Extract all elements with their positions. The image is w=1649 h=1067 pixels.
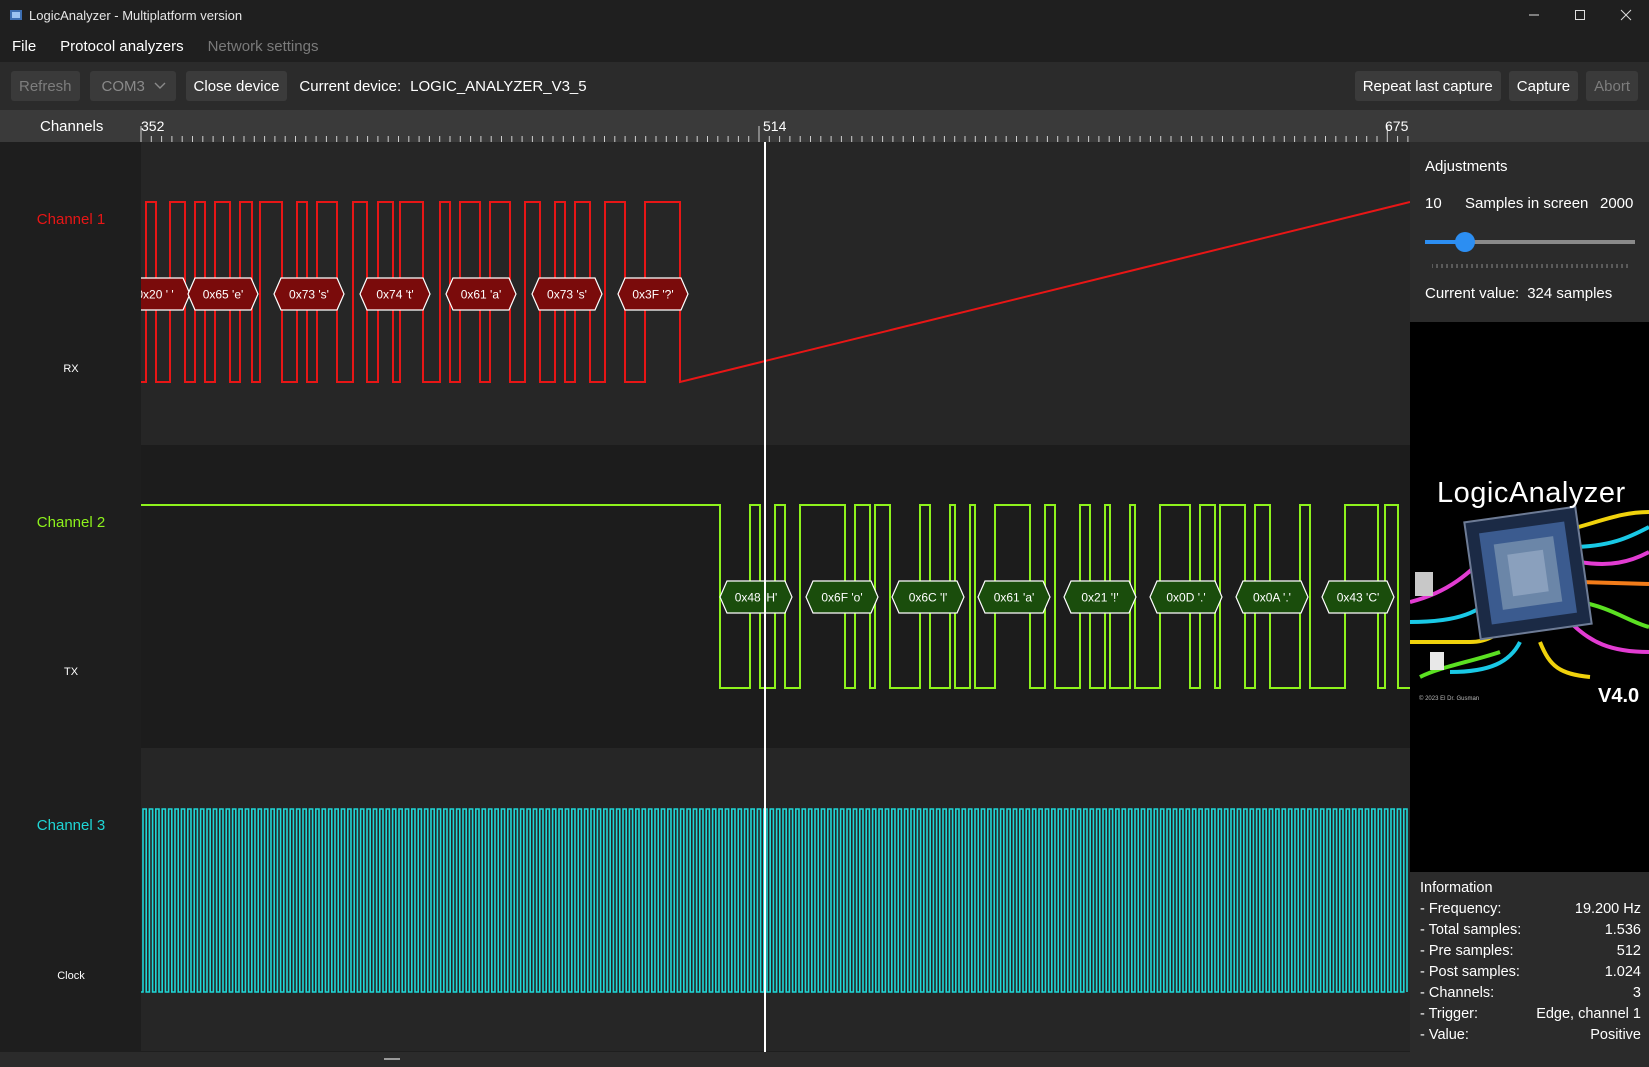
information-row: - Trigger: Edge, channel 1 — [1420, 1006, 1641, 1022]
circuit-board-image — [1410, 505, 1649, 679]
information-row-value: Edge, channel 1 — [1536, 1006, 1641, 1022]
decode-label: 0x6C 'l' — [909, 591, 948, 605]
port-select-value: COM3 — [101, 77, 145, 95]
information-panel: Information - Frequency: 19.200 Hz - Total… — [1410, 872, 1649, 1052]
information-row-label: - Total samples: — [1420, 922, 1522, 938]
chevron-down-icon — [154, 82, 166, 89]
information-row-label: - Frequency: — [1420, 901, 1502, 917]
channel-3-waveform — [141, 808, 1408, 993]
samples-slider[interactable] — [1425, 232, 1635, 252]
adjustments-title: Adjustments — [1425, 158, 1508, 175]
information-row-value: 1.536 — [1604, 922, 1641, 938]
decode-label: 0x0A '.' — [1253, 591, 1291, 605]
information-row: - Value: Positive — [1420, 1027, 1641, 1043]
information-row: - Total samples: 1.536 — [1420, 922, 1641, 938]
ruler-side-spacer — [1410, 110, 1649, 142]
menu-file[interactable]: File — [0, 38, 48, 55]
decode-label: 0x61 'a' — [461, 288, 502, 302]
waveform-area[interactable]: Channel 1 RX Channel 2 TX Channel 3 Cloc… — [0, 142, 1410, 1052]
menu-protocol-analyzers[interactable]: Protocol analyzers — [48, 38, 195, 55]
current-device-value: LOGIC_ANALYZER_V3_5 — [410, 77, 587, 95]
label-mask-right — [1400, 562, 1410, 632]
information-row-label: - Channels: — [1420, 985, 1495, 1001]
abort-button[interactable]: Abort — [1586, 71, 1638, 101]
label-mask — [0, 262, 141, 332]
minimize-icon[interactable] — [1511, 0, 1557, 30]
ruler-marker-label: 514 — [763, 118, 787, 134]
toolbar: Refresh COM3 Close device Current device… — [0, 62, 1649, 110]
information-title: Information — [1420, 880, 1493, 896]
app-icon — [10, 10, 22, 20]
window-title: LogicAnalyzer - Multiplatform version — [29, 7, 243, 23]
adjustments-panel: Adjustments 10 Samples in screen 2000 Cu… — [1410, 142, 1649, 322]
decode-label: 0x61 'a' — [994, 591, 1035, 605]
samples-in-screen-label: Samples in screen — [1465, 195, 1589, 212]
decode-label: 0x3F '?' — [632, 288, 673, 302]
information-row-value: 1.024 — [1604, 964, 1641, 980]
decode-label: 0x73 's' — [289, 288, 329, 302]
information-row-label: - Value: — [1420, 1027, 1469, 1043]
port-select[interactable]: COM3 — [89, 71, 176, 101]
side-panel: Adjustments 10 Samples in screen 2000 Cu… — [1410, 142, 1649, 1052]
logo-text: LogicAnalyzer — [1437, 477, 1626, 509]
repeat-capture-button[interactable]: Repeat last capture — [1354, 71, 1501, 101]
information-row-label: - Post samples: — [1420, 964, 1520, 980]
current-device-label: Current device: — [299, 77, 402, 95]
information-row: - Frequency: 19.200 Hz — [1420, 901, 1641, 917]
information-row-label: - Pre samples: — [1420, 943, 1514, 959]
capture-button[interactable]: Capture — [1508, 71, 1579, 101]
information-row: - Pre samples: 512 — [1420, 943, 1641, 959]
sample-ruler[interactable]: Channels 352 514 675 — [0, 110, 1410, 142]
logo-copyright: © 2023 El Dr. Gusman — [1419, 696, 1480, 702]
current-value-label: Current value: — [1425, 285, 1520, 302]
information-row-value: 19.200 Hz — [1574, 901, 1641, 917]
slider-thumb[interactable] — [1454, 232, 1475, 252]
ruler-start-label: 352 — [141, 118, 165, 134]
information-row-value: 3 — [1632, 985, 1641, 1001]
decode-label: 0x65 'e' — [203, 288, 244, 302]
decode-label: 0x0D '.' — [1166, 591, 1205, 605]
current-device: Current device: LOGIC_ANALYZER_V3_5 — [299, 78, 595, 95]
status-bar — [0, 1052, 1649, 1067]
close-device-button[interactable]: Close device — [185, 71, 288, 101]
ruler-end-label: 675 — [1385, 118, 1409, 134]
waveforms: 0x20 ' ' 0x65 'e' 0x73 's' 0x74 't' 0x61 'a'… — [0, 142, 1410, 1052]
channels-header: Channels — [40, 118, 104, 135]
decode-label: 0x21 '!' — [1081, 591, 1118, 605]
current-value: Current value: 324 samples — [1425, 285, 1612, 302]
information-row-value: 512 — [1616, 943, 1641, 959]
decode-label: 0x73 's' — [547, 288, 587, 302]
close-icon[interactable] — [1603, 0, 1649, 30]
decode-label: 0x6F 'o' — [821, 591, 862, 605]
resize-grip[interactable] — [384, 1058, 400, 1060]
title-bar: LogicAnalyzer - Multiplatform version — [0, 0, 1649, 30]
decode-label: 0x20 ' ' — [136, 288, 173, 302]
information-row-label: - Trigger: — [1420, 1006, 1479, 1022]
logo-banner: LogicAnalyzer V4.0 © 2023 El Dr. Gusman — [1410, 322, 1649, 872]
maximize-icon[interactable] — [1557, 0, 1603, 30]
menu-bar: File Protocol analyzers Network settings — [0, 30, 1649, 62]
decode-label: 0x48 'H' — [735, 591, 778, 605]
ruler-ticks — [140, 126, 1409, 142]
current-value-number: 324 samples — [1527, 285, 1613, 302]
refresh-button[interactable]: Refresh — [11, 71, 80, 101]
decode-label: 0x74 't' — [376, 288, 413, 302]
menu-network-settings[interactable]: Network settings — [196, 38, 331, 55]
logo-version: V4.0 — [1598, 685, 1640, 707]
information-row: - Post samples: 1.024 — [1420, 964, 1641, 980]
decode-label: 0x43 'C' — [1337, 591, 1380, 605]
information-row-value: Positive — [1590, 1027, 1641, 1043]
samples-max: 2000 — [1600, 195, 1634, 212]
information-row: - Channels: 3 — [1420, 985, 1641, 1001]
samples-min: 10 — [1425, 195, 1442, 212]
slider-ticks — [1432, 264, 1628, 268]
